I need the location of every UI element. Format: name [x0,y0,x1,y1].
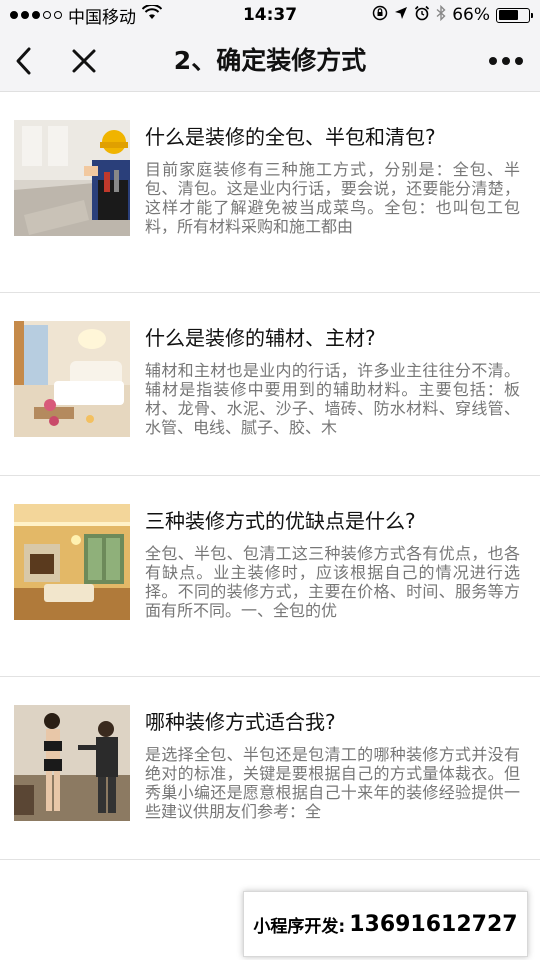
article-item[interactable]: 什么是装修的辅材、主材? 辅材和主材也是业内的行话，许多业主往往分不清。辅材是指… [0,293,540,476]
close-icon [72,49,96,73]
worker-with-tools-photo [14,120,130,236]
nav-bar: 2、确定装修方式 [0,30,540,92]
status-time: 14:37 [242,5,298,25]
bluetooth-icon [436,4,446,26]
article-title: 哪种装修方式适合我? [145,710,336,734]
close-button[interactable] [64,30,104,92]
contact-phone-number: 13691612727 [349,911,518,937]
contact-banner[interactable]: 小程序开发: 13691612727 [243,891,528,957]
rotation-lock-icon [372,5,388,26]
signal-dot [10,11,18,19]
european-interior-photo [14,504,130,620]
signal-dot [32,11,40,19]
battery-level [498,10,518,20]
article-title: 什么是装修的全包、半包和清包? [145,125,436,149]
article-text: 哪种装修方式适合我? 是选择全包、半包还是包清工的哪种装修方式并没有绝对的标准，… [145,705,520,821]
signal-dot [43,11,51,19]
article-text: 什么是装修的辅材、主材? 辅材和主材也是业内的行话，许多业主往往分不清。辅材是指… [145,321,520,437]
living-room-photo [14,321,130,437]
signal-dot [54,11,62,19]
status-left: 中国移动 [10,3,163,28]
alarm-icon [414,5,430,26]
article-item[interactable]: 什么是装修的全包、半包和清包? 目前家庭装修有三种施工方式，分别是：全包、半包、… [0,92,540,293]
article-description: 是选择全包、半包还是包清工的哪种装修方式并没有绝对的标准，关键是要根据自己的方式… [145,745,520,821]
status-bar: 中国移动 14:37 66% [0,0,540,30]
article-text: 三种装修方式的优缺点是什么? 全包、半包、包清工这三种装修方式各有优点，也各有缺… [145,504,520,620]
article-text: 什么是装修的全包、半包和清包? 目前家庭装修有三种施工方式，分别是：全包、半包、… [145,120,520,236]
battery-icon [496,7,533,23]
contact-label: 小程序开发: [253,916,346,937]
article-description: 辅材和主材也是业内的行话，许多业主往往分不清。辅材是指装修中要用到的辅助材料。主… [145,361,520,437]
back-button[interactable] [6,30,42,92]
article-title: 三种装修方式的优缺点是什么? [145,509,416,533]
article-description: 全包、半包、包清工这三种装修方式各有优点，也各有缺点。业主装修时，应该根据自己的… [145,544,520,620]
more-dots-icon [489,57,523,65]
signal-dot [21,11,29,19]
more-button[interactable] [486,30,526,92]
article-title: 什么是装修的辅材、主材? [145,326,376,350]
article-description: 目前家庭装修有三种施工方式，分别是：全包、半包、清包。这是业内行话，要会说，还要… [145,160,520,236]
tailor-fitting-photo [14,705,130,821]
wifi-icon [141,3,163,25]
article-item[interactable]: 哪种装修方式适合我? 是选择全包、半包还是包清工的哪种装修方式并没有绝对的标准，… [0,677,540,860]
signal-strength-icon [10,11,62,19]
location-arrow-icon [394,5,408,25]
battery-percent: 66% [452,5,490,25]
chevron-left-icon [16,47,31,75]
status-right: 66% [372,4,533,26]
article-item[interactable]: 三种装修方式的优缺点是什么? 全包、半包、包清工这三种装修方式各有优点，也各有缺… [0,476,540,677]
carrier-name: 中国移动 [68,7,136,28]
article-list: 什么是装修的全包、半包和清包? 目前家庭装修有三种施工方式，分别是：全包、半包、… [0,92,540,860]
